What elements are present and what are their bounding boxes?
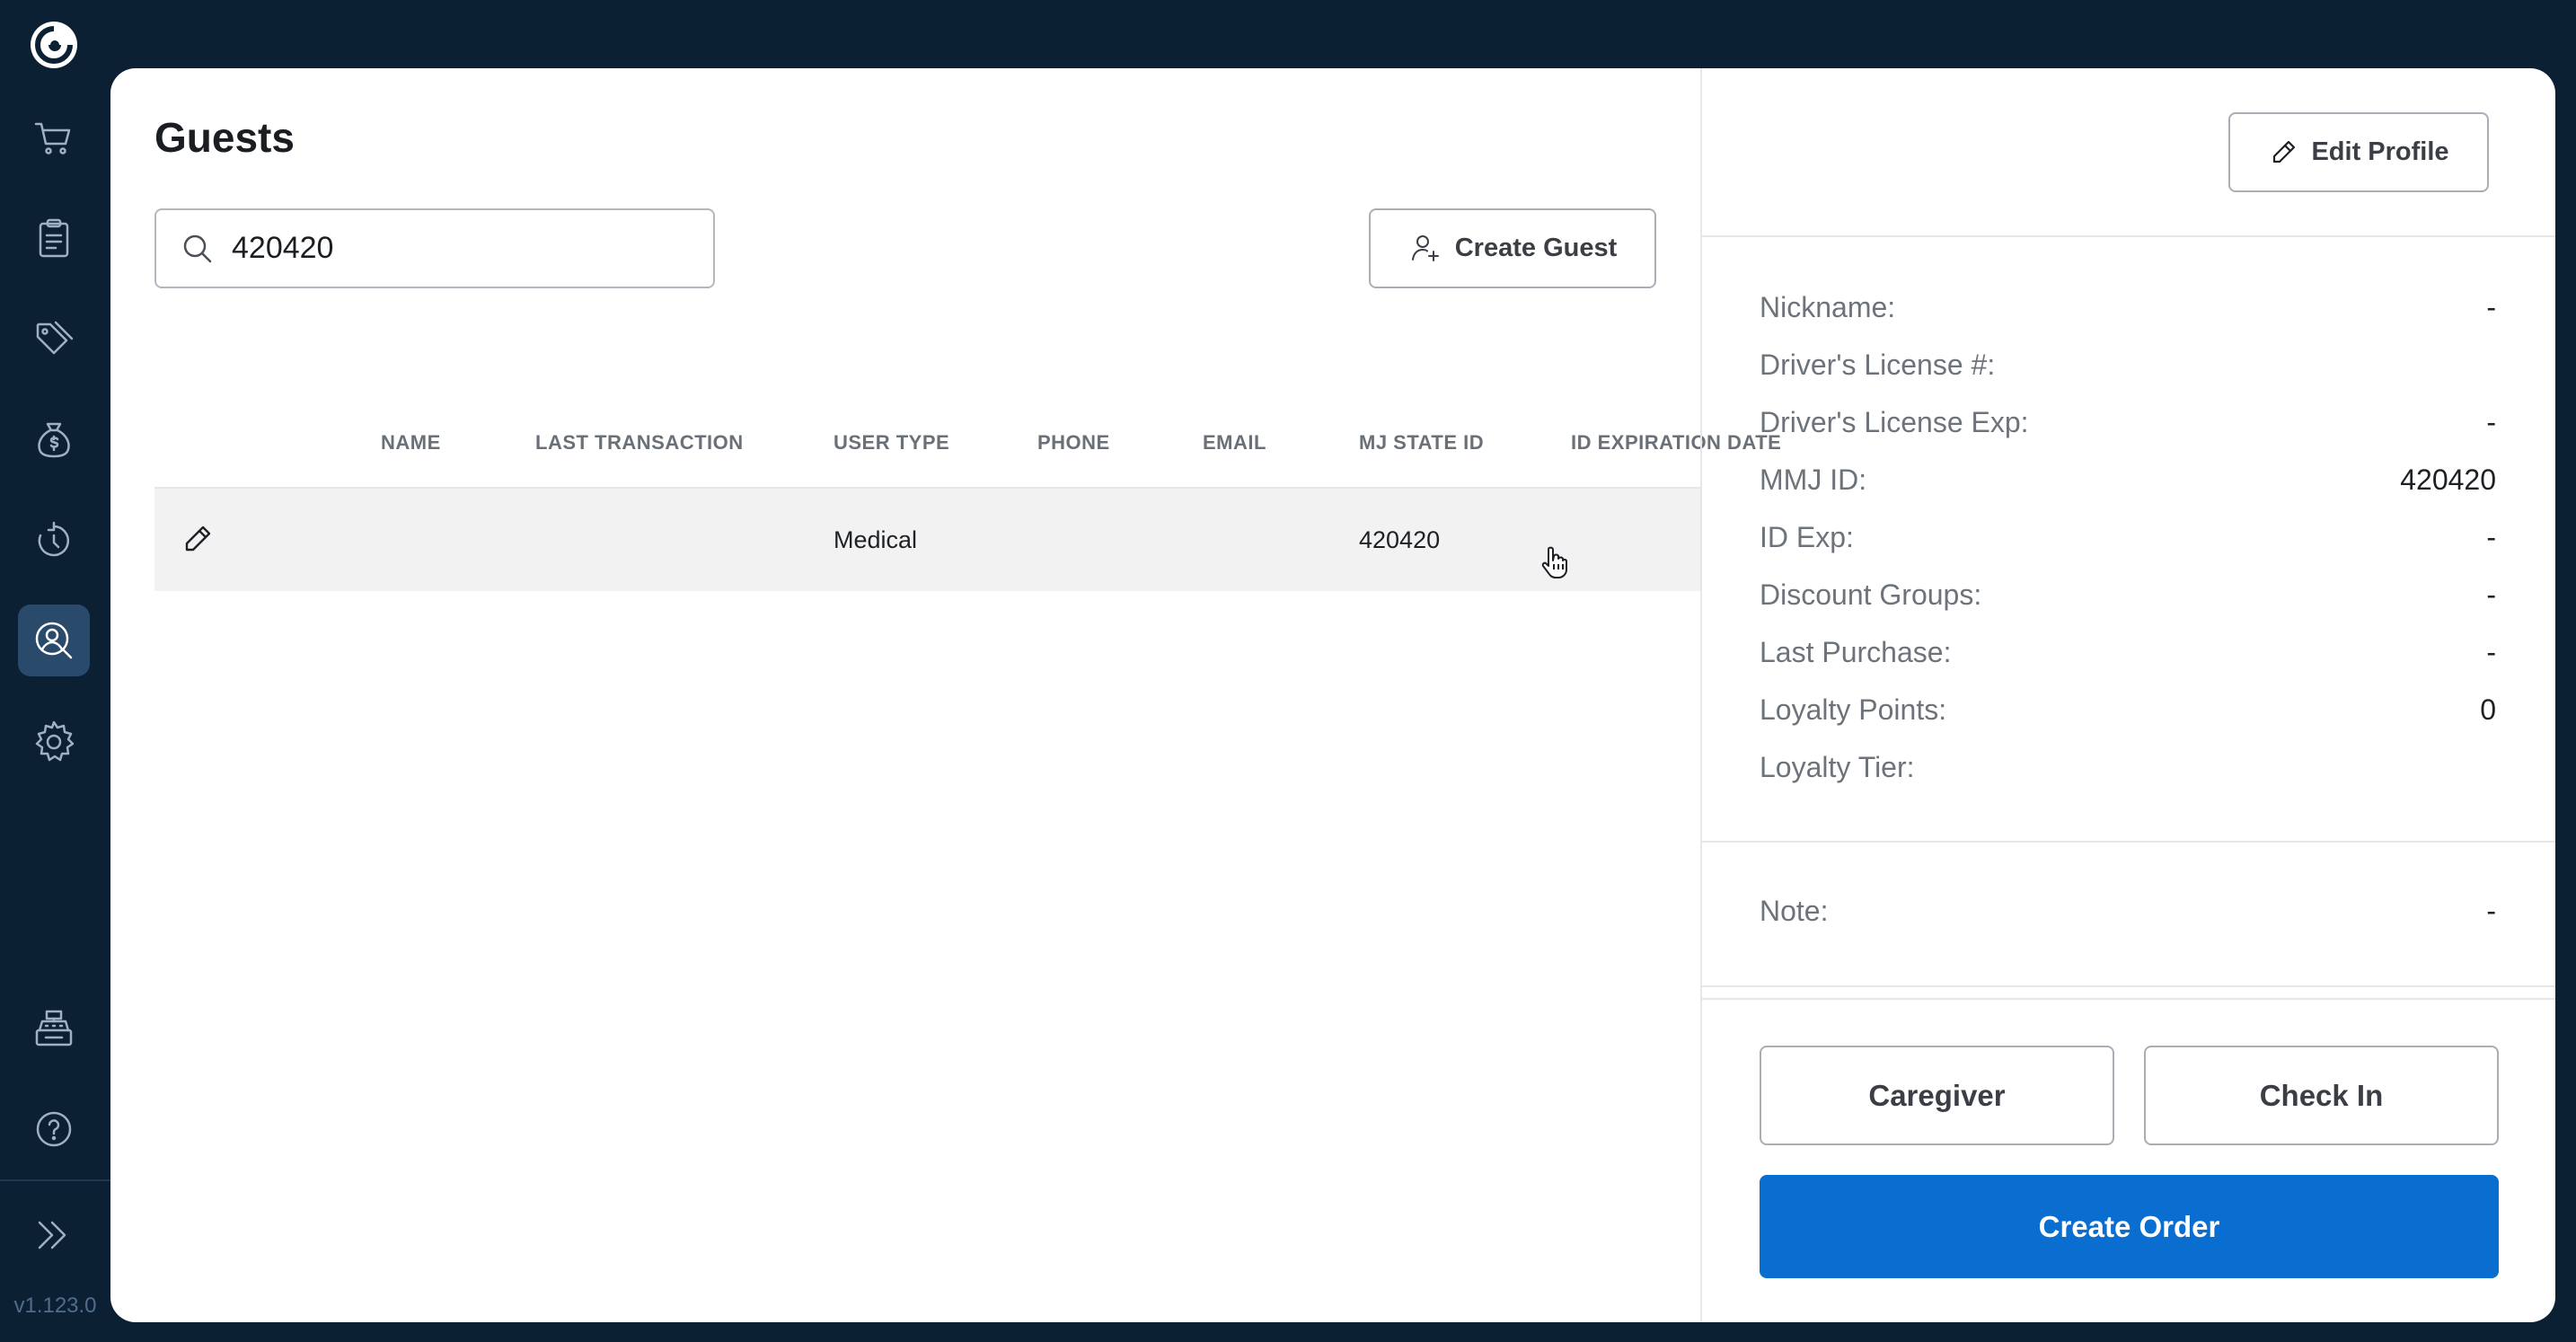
cash-register-icon (35, 1010, 73, 1046)
field-value: 0 (2480, 693, 2496, 726)
edit-pencil-icon[interactable] (181, 523, 214, 555)
column-header-email[interactable]: EMAIL (1203, 431, 1266, 455)
check-in-button[interactable]: Check In (2144, 1046, 2499, 1145)
edit-profile-label: Edit Profile (2311, 137, 2449, 166)
create-guest-label: Create Guest (1454, 234, 1618, 262)
field-label: MMJ ID: (1760, 464, 1867, 496)
sidebar-item-help[interactable] (18, 1093, 90, 1165)
profile-field-last-purchase: Last Purchase: - (1760, 636, 2496, 672)
main-card: Guests Create Guest NAME LAST TRANSACTIO… (110, 68, 2555, 1322)
sidebar-item-cart[interactable] (18, 102, 90, 174)
sidebar-item-products[interactable] (18, 304, 90, 375)
sidebar-expand-button[interactable] (18, 1199, 90, 1271)
column-header-phone[interactable]: PHONE (1037, 431, 1110, 455)
column-header-name[interactable]: NAME (381, 431, 441, 455)
gear-icon (35, 720, 75, 762)
field-label: Discount Groups: (1760, 578, 1982, 611)
note-label: Note: (1760, 895, 1829, 927)
guest-list-pane: Guests Create Guest NAME LAST TRANSACTIO… (110, 68, 1781, 1322)
profile-field-drivers-license-exp: Driver's License Exp: - (1760, 406, 2496, 442)
profile-field-drivers-license: Driver's License #: (1760, 349, 2496, 384)
sidebar-item-finances[interactable] (18, 404, 90, 476)
sidebar-divider (0, 1179, 110, 1181)
profile-header-divider (1702, 235, 2555, 237)
field-value: - (2486, 521, 2496, 553)
app-logo-icon[interactable] (27, 18, 81, 72)
guest-search-icon (35, 622, 73, 659)
profile-field-loyalty-tier: Loyalty Tier: (1760, 751, 2496, 787)
profile-actions-divider (1702, 998, 2555, 1000)
hand-cursor-icon (1541, 546, 1567, 578)
profile-details-divider (1702, 841, 2555, 843)
sidebar-item-history[interactable] (18, 505, 90, 577)
column-header-last-transaction[interactable]: LAST TRANSACTION (535, 431, 744, 455)
guest-profile-pane: Edit Profile Nickname: - Driver's Licens… (1700, 68, 2555, 1322)
money-bag-icon (38, 422, 70, 458)
edit-profile-button[interactable]: Edit Profile (2228, 112, 2489, 192)
field-label: Loyalty Points: (1760, 693, 1947, 726)
field-value: - (2486, 578, 2496, 611)
column-header-user-type[interactable]: USER TYPE (834, 431, 949, 455)
field-label: Last Purchase: (1760, 636, 1952, 668)
profile-field-loyalty-points: Loyalty Points: 0 (1760, 693, 2496, 729)
field-value: 420420 (2400, 464, 2496, 496)
history-icon (38, 521, 70, 557)
table-row[interactable]: Medical 420420 (154, 487, 1700, 591)
profile-field-discount-groups: Discount Groups: - (1760, 578, 2496, 614)
field-label: Driver's License Exp: (1760, 406, 2029, 438)
cell-user-type: Medical (834, 526, 918, 553)
sidebar-item-register[interactable] (18, 993, 90, 1064)
caregiver-button[interactable]: Caregiver (1760, 1046, 2114, 1145)
profile-note: Note: - (1760, 895, 2496, 931)
sidebar-item-settings[interactable] (18, 706, 90, 778)
search-input[interactable] (232, 231, 699, 266)
expand-chevrons-icon (38, 1221, 66, 1249)
clipboard-list-icon (39, 218, 69, 258)
create-guest-button[interactable]: Create Guest (1369, 208, 1656, 288)
field-value: - (2486, 291, 2496, 323)
field-value: - (2486, 406, 2496, 438)
profile-note-divider (1702, 985, 2555, 987)
profile-field-mmj-id: MMJ ID: 420420 (1760, 464, 2496, 499)
create-order-button[interactable]: Create Order (1760, 1175, 2499, 1278)
field-label: Driver's License #: (1760, 349, 1996, 381)
column-header-mj-state-id[interactable]: MJ STATE ID (1359, 431, 1484, 455)
search-icon (183, 234, 212, 262)
search-box[interactable] (154, 208, 715, 288)
field-label: Loyalty Tier: (1760, 751, 1915, 783)
sidebar-item-guests[interactable] (18, 605, 90, 676)
note-value: - (2486, 895, 2496, 927)
profile-field-id-exp: ID Exp: - (1760, 521, 2496, 557)
edit-pencil-icon (2273, 140, 2296, 163)
field-value: - (2486, 636, 2496, 668)
sidebar-item-orders[interactable] (18, 203, 90, 275)
page-title: Guests (154, 114, 295, 161)
add-user-icon (1411, 234, 1439, 261)
app-version: v1.123.0 (13, 1293, 97, 1318)
sidebar: v1.123.0 (0, 0, 110, 1342)
help-icon (36, 1111, 72, 1147)
field-label: ID Exp: (1760, 521, 1854, 553)
profile-field-nickname: Nickname: - (1760, 291, 2496, 327)
field-label: Nickname: (1760, 291, 1896, 323)
cell-mj-state-id: 420420 (1359, 526, 1441, 553)
tags-icon (36, 321, 74, 355)
cart-icon (34, 122, 71, 155)
